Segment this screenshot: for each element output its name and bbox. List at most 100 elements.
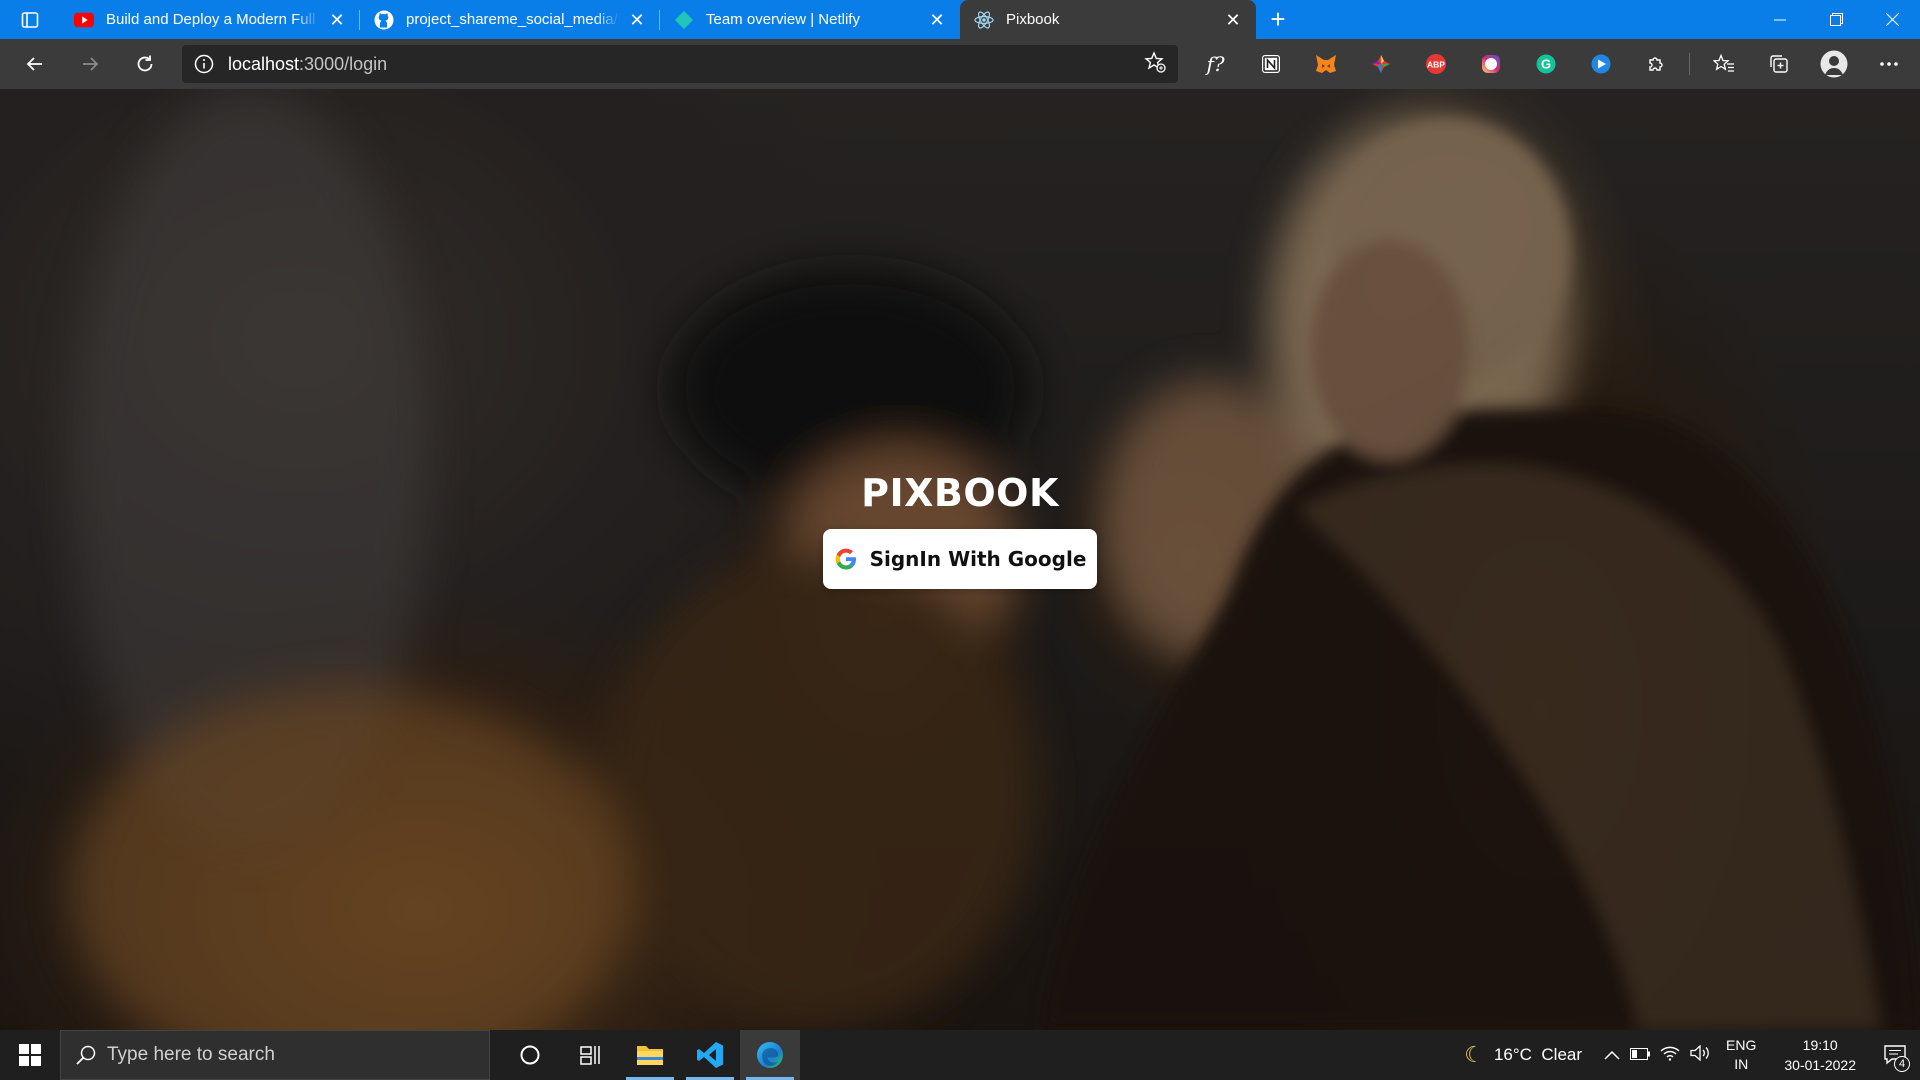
cortana-icon bbox=[520, 1045, 540, 1065]
tab-netlify[interactable]: Team overview | Netlify ✕ bbox=[660, 0, 960, 39]
taskbar-search-input[interactable]: Type here to search bbox=[60, 1030, 490, 1080]
font-f-extension[interactable]: f? bbox=[1188, 39, 1243, 89]
login-container: PIXBOOK SignIn With Google bbox=[0, 89, 1920, 1030]
google-icon bbox=[835, 548, 856, 569]
forward-arrow-icon bbox=[82, 57, 98, 71]
notion-extension[interactable] bbox=[1243, 39, 1298, 89]
color-picker-extension[interactable] bbox=[1353, 39, 1408, 89]
google-signin-button[interactable]: SignIn With Google bbox=[823, 528, 1097, 589]
close-tab-icon[interactable]: ✕ bbox=[628, 11, 646, 29]
language-indicator[interactable]: ENG IN bbox=[1726, 1036, 1756, 1074]
tab-actions-button[interactable] bbox=[0, 0, 60, 39]
profile-button[interactable] bbox=[1806, 39, 1861, 89]
metamask-extension[interactable] bbox=[1298, 39, 1353, 89]
site-info-icon[interactable] bbox=[194, 54, 214, 74]
clock[interactable]: 19:10 30-01-2022 bbox=[1784, 1035, 1856, 1075]
back-arrow-icon bbox=[26, 57, 42, 71]
clock-date: 30-01-2022 bbox=[1784, 1057, 1856, 1073]
moon-icon: ☾ bbox=[1464, 1042, 1484, 1067]
search-placeholder: Type here to search bbox=[107, 1044, 275, 1065]
video-icon bbox=[1591, 54, 1610, 74]
grammarly-icon: G bbox=[1536, 54, 1555, 74]
edge-button[interactable] bbox=[740, 1030, 800, 1080]
wifi-icon[interactable] bbox=[1660, 1045, 1680, 1066]
chevron-up-icon[interactable] bbox=[1604, 1045, 1620, 1065]
color-picker-icon bbox=[1371, 55, 1390, 73]
url-path: :3000/login bbox=[299, 53, 388, 74]
google-signin-label: SignIn With Google bbox=[869, 546, 1087, 571]
extensions-button[interactable] bbox=[1628, 39, 1683, 89]
address-bar[interactable]: localhost:3000/login bbox=[182, 45, 1178, 83]
minimize-button[interactable] bbox=[1752, 0, 1808, 39]
lang-bottom: IN bbox=[1734, 1056, 1749, 1072]
browser-toolbar: localhost:3000/login f? ABP G bbox=[0, 39, 1920, 89]
weather-text: 16°C Clear bbox=[1493, 1045, 1583, 1064]
folder-icon bbox=[637, 1046, 663, 1065]
notion-icon bbox=[1261, 55, 1280, 73]
tab-github[interactable]: project_shareme_social_media/b ✕ bbox=[360, 0, 660, 39]
system-tray: ☾ 16°C Clear ENG IN 19:10 30-01-2022 4 bbox=[1464, 1030, 1920, 1080]
cortana-button[interactable] bbox=[500, 1030, 560, 1080]
video-extension[interactable] bbox=[1573, 39, 1628, 89]
volume-icon[interactable] bbox=[1690, 1044, 1712, 1066]
instagram-icon bbox=[1481, 55, 1500, 73]
tab-youtube[interactable]: Build and Deploy a Modern Full ✕ bbox=[60, 0, 360, 39]
close-tab-icon[interactable]: ✕ bbox=[928, 11, 946, 29]
grammarly-extension[interactable]: G bbox=[1518, 39, 1573, 89]
react-icon bbox=[974, 10, 994, 30]
back-button[interactable] bbox=[7, 39, 62, 89]
metamask-icon bbox=[1315, 55, 1336, 73]
svg-text:ABP: ABP bbox=[1427, 60, 1445, 70]
app-logo: PIXBOOK bbox=[861, 470, 1059, 515]
refresh-icon bbox=[137, 55, 152, 72]
netlify-icon bbox=[674, 10, 694, 30]
file-explorer-button[interactable] bbox=[620, 1030, 680, 1080]
windows-logo-icon bbox=[19, 1044, 41, 1066]
battery-icon[interactable] bbox=[1630, 1045, 1651, 1065]
extensions-puzzle-icon bbox=[1648, 57, 1663, 71]
refresh-button[interactable] bbox=[117, 39, 172, 89]
tab-title: Pixbook bbox=[1006, 11, 1060, 28]
notification-count: 4 bbox=[1894, 1056, 1910, 1072]
adblock-plus-icon: ABP bbox=[1425, 54, 1446, 74]
clock-time: 19:10 bbox=[1802, 1037, 1838, 1053]
adblock-plus-extension[interactable]: ABP bbox=[1408, 39, 1463, 89]
profile-avatar bbox=[1820, 50, 1847, 78]
lang-top: ENG bbox=[1726, 1037, 1757, 1053]
forward-button[interactable] bbox=[62, 39, 117, 89]
restore-button[interactable] bbox=[1808, 0, 1864, 39]
login-page: PIXBOOK SignIn With Google bbox=[0, 89, 1920, 1030]
favorites-icon bbox=[1712, 54, 1734, 72]
tab-title: project_shareme_social_media/b bbox=[406, 11, 620, 28]
add-favorite-button[interactable] bbox=[1144, 50, 1166, 78]
add-favorite-icon bbox=[1144, 50, 1166, 73]
close-icon bbox=[1885, 13, 1899, 26]
youtube-icon bbox=[74, 10, 94, 30]
restore-icon bbox=[1829, 13, 1843, 26]
github-icon bbox=[374, 10, 394, 30]
close-tab-icon[interactable]: ✕ bbox=[328, 11, 346, 29]
close-window-button[interactable] bbox=[1864, 0, 1920, 39]
tab-title: Build and Deploy a Modern Full bbox=[106, 11, 316, 28]
vscode-icon bbox=[697, 1042, 723, 1068]
instagram-extension[interactable] bbox=[1463, 39, 1518, 89]
close-tab-icon[interactable]: ✕ bbox=[1224, 11, 1242, 29]
start-button[interactable] bbox=[0, 1030, 60, 1080]
tab-title: Team overview | Netlify bbox=[706, 11, 860, 28]
svg-text:G: G bbox=[1540, 57, 1550, 72]
more-button[interactable] bbox=[1861, 39, 1916, 89]
tab-pixbook[interactable]: Pixbook ✕ bbox=[960, 0, 1256, 39]
favorites-button[interactable] bbox=[1696, 39, 1751, 89]
search-icon bbox=[76, 1045, 96, 1065]
font-f-icon: f? bbox=[1206, 52, 1225, 76]
collections-button[interactable] bbox=[1751, 39, 1806, 89]
new-tab-button[interactable]: + bbox=[1256, 0, 1300, 39]
more-icon bbox=[1879, 62, 1898, 66]
vscode-button[interactable] bbox=[680, 1030, 740, 1080]
edge-icon bbox=[757, 1042, 783, 1068]
weather-widget[interactable]: ☾ 16°C Clear bbox=[1464, 1042, 1582, 1068]
minimize-icon bbox=[1774, 19, 1786, 20]
plus-icon: + bbox=[1270, 4, 1286, 34]
task-view-button[interactable] bbox=[560, 1030, 620, 1080]
notification-center-button[interactable]: 4 bbox=[1870, 1030, 1920, 1080]
